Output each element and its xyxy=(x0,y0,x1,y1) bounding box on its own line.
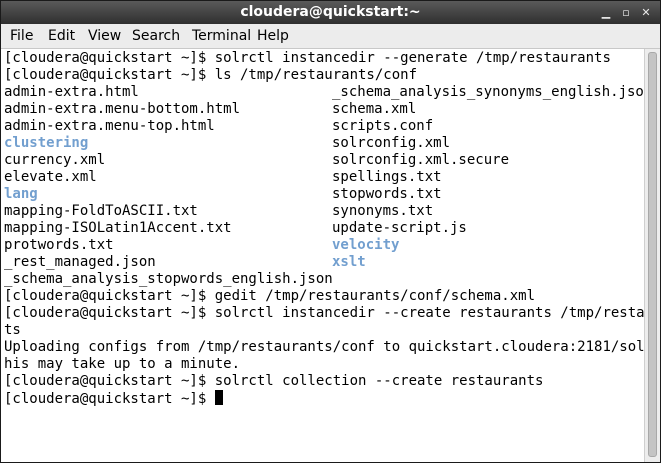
terminal-line: his may take up to a minute. xyxy=(4,356,241,372)
terminal-line: [cloudera@quickstart ~]$ solrctl instanc… xyxy=(4,305,644,321)
terminal-line: Uploading configs from /tmp/restaurants/… xyxy=(4,339,644,355)
menu-file[interactable]: File xyxy=(10,28,33,44)
ls-entry: solrconfig.xml xyxy=(332,135,451,151)
ls-entry: _rest_managed.json xyxy=(4,254,156,270)
ls-row: admin-extra.html _schema_analysis_synonym… xyxy=(4,84,644,101)
ls-entry: synonyms.txt xyxy=(332,203,434,219)
terminal-line: [cloudera@quickstart ~]$ gedit /tmp/rest… xyxy=(4,288,536,304)
ls-entry: elevate.xml xyxy=(4,169,97,185)
ls-entry: stopwords.txt xyxy=(332,186,442,202)
terminal-prompt: [cloudera@quickstart ~]$ xyxy=(4,391,215,407)
ls-row: clustering solrconfig.xml xyxy=(4,135,644,152)
ls-row: currency.xml solrconfig.xml.secure xyxy=(4,152,644,169)
ls-directory: velocity xyxy=(332,237,400,253)
close-icon[interactable]: ✕ xyxy=(639,6,653,20)
ls-row: admin-extra.menu-top.html scripts.conf xyxy=(4,118,644,135)
ls-entry: _schema_analysis_synonyms_english.json xyxy=(332,84,644,100)
ls-row: admin-extra.menu-bottom.html schema.xml xyxy=(4,101,644,118)
ls-directory: clustering xyxy=(4,135,89,151)
ls-row: _schema_analysis_stopwords_english.json xyxy=(4,271,644,288)
ls-entry: mapping-FoldToASCII.txt xyxy=(4,203,198,219)
ls-directory: xslt xyxy=(332,254,366,270)
window-title: cloudera@quickstart:~ xyxy=(240,4,421,20)
ls-entry: admin-extra.menu-bottom.html xyxy=(4,101,241,117)
menu-bar: File Edit View Search Terminal Help xyxy=(1,24,660,49)
ls-row: mapping-ISOLatin1Accent.txt update-script… xyxy=(4,220,644,237)
ls-row: protwords.txt velocity xyxy=(4,237,644,254)
ls-entry: _schema_analysis_stopwords_english.json xyxy=(4,271,333,287)
menu-edit[interactable]: Edit xyxy=(48,28,75,44)
ls-row: _rest_managed.json xslt xyxy=(4,254,644,271)
ls-entry: update-script.js xyxy=(332,220,467,236)
terminal-line: [cloudera@quickstart ~]$ solrctl instanc… xyxy=(4,50,611,66)
terminal-line: ts xyxy=(4,322,21,338)
terminal-line: [cloudera@quickstart ~]$ solrctl collect… xyxy=(4,373,544,389)
terminal-prompt-line: [cloudera@quickstart ~]$ xyxy=(4,390,644,407)
ls-entry: spellings.txt xyxy=(332,169,442,185)
maximize-icon[interactable]: ▫ xyxy=(619,6,633,20)
vertical-scrollbar[interactable] xyxy=(644,49,660,462)
menu-help[interactable]: Help xyxy=(257,28,289,44)
terminal-line: [cloudera@quickstart ~]$ ls /tmp/restaur… xyxy=(4,67,418,83)
ls-row: mapping-FoldToASCII.txt synonyms.txt xyxy=(4,203,644,220)
terminal-output[interactable]: [cloudera@quickstart ~]$ solrctl instanc… xyxy=(1,49,644,462)
ls-entry: protwords.txt xyxy=(4,237,114,253)
terminal-cursor[interactable] xyxy=(214,390,223,405)
terminal-window: cloudera@quickstart:~ ▁ ▫ ✕ File Edit Vi… xyxy=(0,0,661,463)
ls-directory: lang xyxy=(4,186,38,202)
minimize-icon[interactable]: ▁ xyxy=(599,6,613,20)
title-bar[interactable]: cloudera@quickstart:~ ▁ ▫ ✕ xyxy=(1,1,660,24)
ls-entry: solrconfig.xml.secure xyxy=(332,152,510,168)
ls-entry: schema.xml xyxy=(332,101,417,117)
ls-entry: currency.xml xyxy=(4,152,106,168)
scrollbar-thumb[interactable] xyxy=(648,52,657,457)
menu-view[interactable]: View xyxy=(88,28,121,44)
menu-search[interactable]: Search xyxy=(132,28,180,44)
ls-entry: scripts.conf xyxy=(332,118,434,134)
ls-entry: admin-extra.html xyxy=(4,84,139,100)
ls-row: lang stopwords.txt xyxy=(4,186,644,203)
ls-row: elevate.xml spellings.txt xyxy=(4,169,644,186)
ls-entry: mapping-ISOLatin1Accent.txt xyxy=(4,220,232,236)
ls-entry: admin-extra.menu-top.html xyxy=(4,118,215,134)
menu-terminal[interactable]: Terminal xyxy=(192,28,251,44)
